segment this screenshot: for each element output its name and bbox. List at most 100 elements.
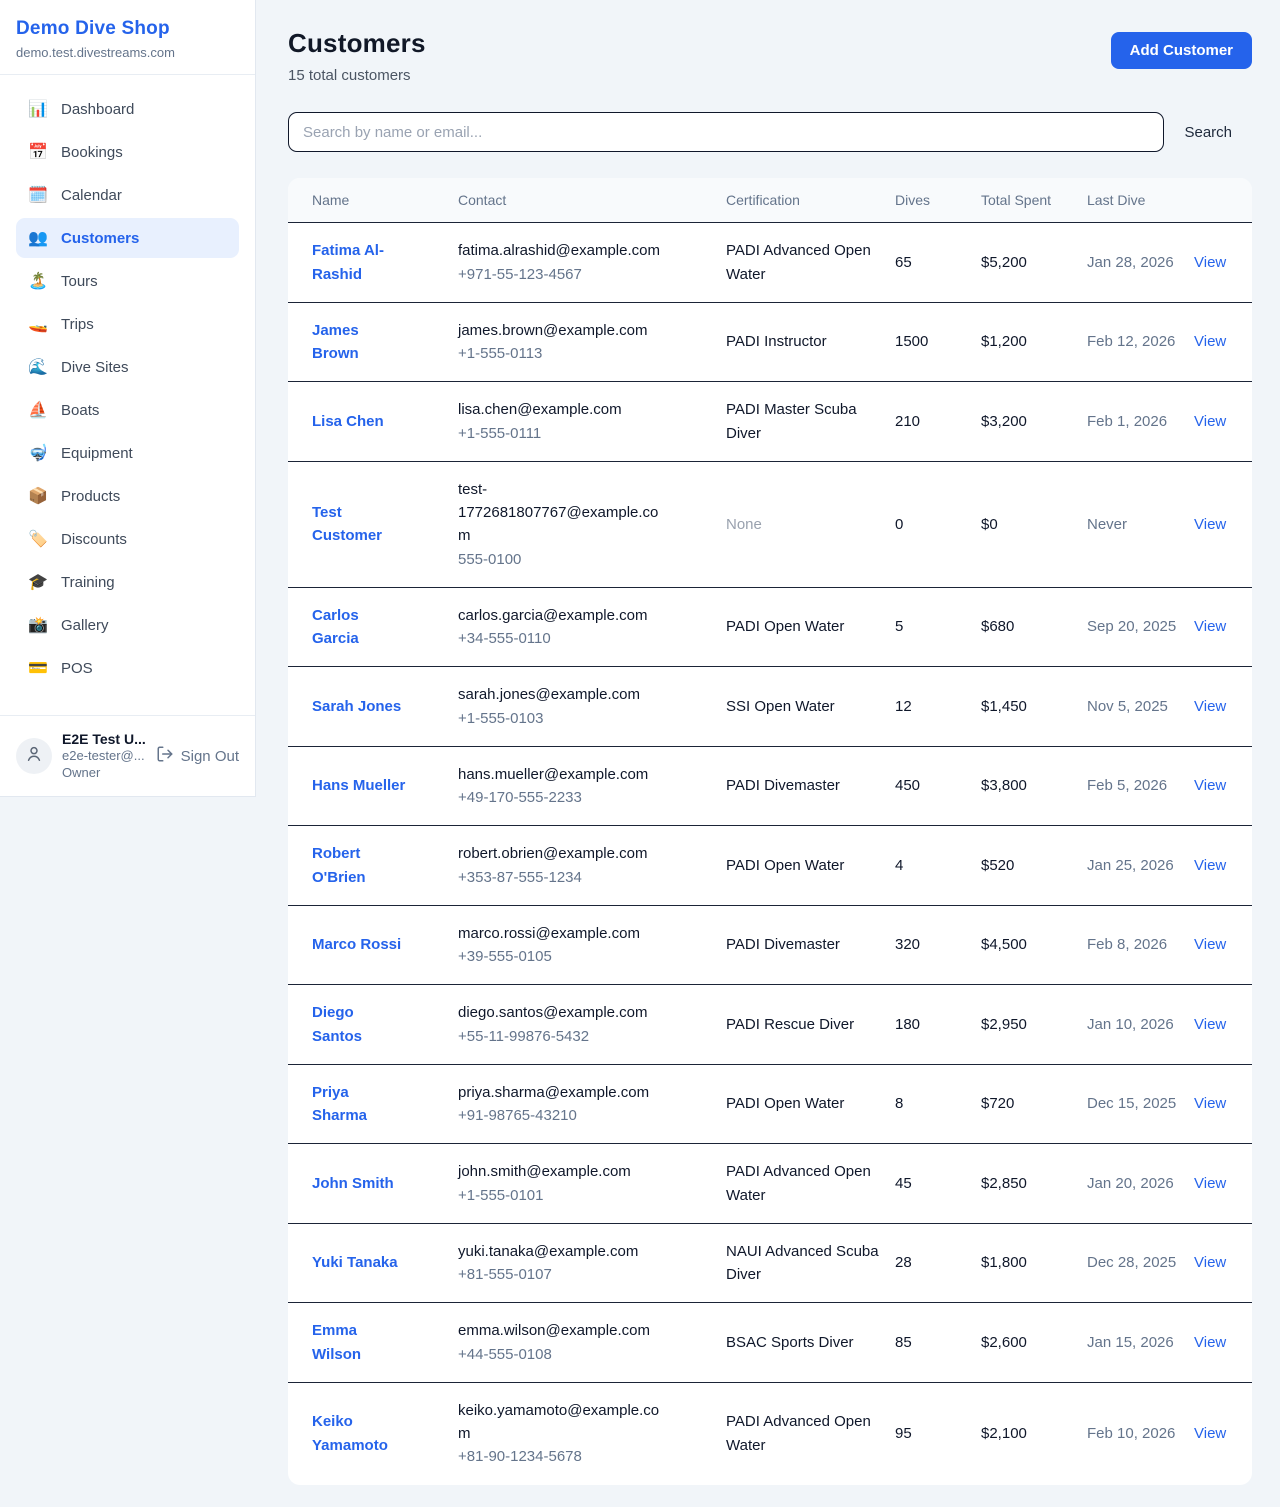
table-row: Carlos Garcia carlos.garcia@example.com … <box>288 587 1252 667</box>
view-link[interactable]: View <box>1194 698 1226 715</box>
customer-name-link[interactable]: Test Customer <box>312 501 406 548</box>
customer-email: marco.rossi@example.com <box>458 922 670 945</box>
view-link[interactable]: View <box>1194 333 1226 350</box>
last-dive-cell: Dec 15, 2025 <box>1087 1064 1194 1144</box>
customer-email: yuki.tanaka@example.com <box>458 1240 670 1263</box>
sidebar-item-pos[interactable]: 💳 POS <box>16 648 239 688</box>
sidebar-item-tours[interactable]: 🏝️ Tours <box>16 261 239 301</box>
sidebar-item-boats[interactable]: ⛵ Boats <box>16 390 239 430</box>
view-link[interactable]: View <box>1194 516 1226 533</box>
sidebar-item-products[interactable]: 📦 Products <box>16 476 239 516</box>
table-row: Sarah Jones sarah.jones@example.com +1-5… <box>288 667 1252 747</box>
table-row: Priya Sharma priya.sharma@example.com +9… <box>288 1064 1252 1144</box>
speedboat-icon: 🚤 <box>28 314 48 334</box>
customer-name-link[interactable]: Emma Wilson <box>312 1319 406 1366</box>
graduation-cap-icon: 🎓 <box>28 572 48 592</box>
certification-cell: PADI Advanced Open Water <box>726 1144 895 1224</box>
view-link[interactable]: View <box>1194 413 1226 430</box>
certification-cell: BSAC Sports Diver <box>726 1303 895 1383</box>
total-spent-cell: $680 <box>981 587 1087 667</box>
customer-phone: +1-555-0103 <box>458 707 670 730</box>
sign-out-button[interactable]: Sign Out <box>156 745 239 767</box>
customer-phone: +91-98765-43210 <box>458 1104 670 1127</box>
camera-icon: 📸 <box>28 615 48 635</box>
total-spent-cell: $3,200 <box>981 382 1087 462</box>
view-link[interactable]: View <box>1194 1095 1226 1112</box>
customer-name-link[interactable]: Hans Mueller <box>312 774 405 797</box>
certification-cell: None <box>726 461 895 587</box>
customer-name-link[interactable]: Carlos Garcia <box>312 604 406 651</box>
search-input[interactable] <box>288 112 1164 152</box>
customer-name-link[interactable]: Diego Santos <box>312 1001 406 1048</box>
view-link[interactable]: View <box>1194 1425 1226 1442</box>
dives-cell: 210 <box>895 382 981 462</box>
search-button[interactable]: Search <box>1164 116 1252 149</box>
package-icon: 📦 <box>28 486 48 506</box>
dives-cell: 4 <box>895 826 981 906</box>
customer-name-link[interactable]: Robert O'Brien <box>312 842 406 889</box>
view-link[interactable]: View <box>1194 254 1226 271</box>
view-link[interactable]: View <box>1194 1254 1226 1271</box>
customer-name-link[interactable]: Sarah Jones <box>312 695 401 718</box>
customer-email: robert.obrien@example.com <box>458 842 670 865</box>
customer-name-link[interactable]: Priya Sharma <box>312 1081 406 1128</box>
contact-cell: test-1772681807767@example.com 555-0100 <box>458 478 670 571</box>
view-link[interactable]: View <box>1194 777 1226 794</box>
sidebar-item-calendar[interactable]: 🗓️ Calendar <box>16 175 239 215</box>
sidebar-item-bookings[interactable]: 📅 Bookings <box>16 132 239 172</box>
sailboat-icon: ⛵ <box>28 400 48 420</box>
contact-cell: carlos.garcia@example.com +34-555-0110 <box>458 604 670 651</box>
sidebar-item-dashboard[interactable]: 📊 Dashboard <box>16 89 239 129</box>
customer-name-link[interactable]: Keiko Yamamoto <box>312 1410 406 1457</box>
contact-cell: robert.obrien@example.com +353-87-555-12… <box>458 842 670 889</box>
shop-name: Demo Dive Shop <box>16 18 239 40</box>
customer-phone: +81-555-0107 <box>458 1263 670 1286</box>
customer-name-link[interactable]: James Brown <box>312 319 406 366</box>
view-link[interactable]: View <box>1194 857 1226 874</box>
user-info: E2E Test U... e2e-tester@... Owner <box>62 730 146 782</box>
last-dive-cell: Nov 5, 2025 <box>1087 667 1194 747</box>
view-link[interactable]: View <box>1194 936 1226 953</box>
calendar-date-icon: 📅 <box>28 142 48 162</box>
table-row: Lisa Chen lisa.chen@example.com +1-555-0… <box>288 382 1252 462</box>
last-dive-cell: Jan 25, 2026 <box>1087 826 1194 906</box>
sidebar-item-discounts[interactable]: 🏷️ Discounts <box>16 519 239 559</box>
contact-cell: diego.santos@example.com +55-11-99876-54… <box>458 1001 670 1048</box>
customer-email: emma.wilson@example.com <box>458 1319 670 1342</box>
customer-name-link[interactable]: Fatima Al-Rashid <box>312 239 406 286</box>
customer-name-link[interactable]: Marco Rossi <box>312 933 401 956</box>
sidebar-item-gallery[interactable]: 📸 Gallery <box>16 605 239 645</box>
total-customers-count: 15 total customers <box>288 67 426 84</box>
customer-name-link[interactable]: Yuki Tanaka <box>312 1251 398 1274</box>
view-link[interactable]: View <box>1194 618 1226 635</box>
dives-cell: 45 <box>895 1144 981 1224</box>
diving-mask-icon: 🤿 <box>28 443 48 463</box>
customer-email: james.brown@example.com <box>458 319 670 342</box>
sidebar-item-trips[interactable]: 🚤 Trips <box>16 304 239 344</box>
add-customer-button[interactable]: Add Customer <box>1111 32 1252 69</box>
sidebar-item-equipment[interactable]: 🤿 Equipment <box>16 433 239 473</box>
bar-chart-icon: 📊 <box>28 99 48 119</box>
dives-cell: 180 <box>895 985 981 1065</box>
table-row: Keiko Yamamoto keiko.yamamoto@example.co… <box>288 1382 1252 1484</box>
table-body: Fatima Al-Rashid fatima.alrashid@example… <box>288 223 1252 1485</box>
sidebar-item-training[interactable]: 🎓 Training <box>16 562 239 602</box>
view-link[interactable]: View <box>1194 1334 1226 1351</box>
contact-cell: yuki.tanaka@example.com +81-555-0107 <box>458 1240 670 1287</box>
dives-cell: 95 <box>895 1382 981 1484</box>
view-link[interactable]: View <box>1194 1016 1226 1033</box>
sidebar-item-customers[interactable]: 👥 Customers <box>16 218 239 258</box>
certification-cell: PADI Divemaster <box>726 746 895 826</box>
customer-phone: +81-90-1234-5678 <box>458 1445 670 1468</box>
view-link[interactable]: View <box>1194 1175 1226 1192</box>
column-header-certification: Certification <box>726 178 895 223</box>
customers-table: Name Contact Certification Dives Total S… <box>288 178 1252 1485</box>
customer-email: fatima.alrashid@example.com <box>458 239 670 262</box>
customer-phone: +971-55-123-4567 <box>458 263 670 286</box>
dives-cell: 1500 <box>895 302 981 382</box>
customer-name-link[interactable]: John Smith <box>312 1172 394 1195</box>
certification-cell: PADI Master Scuba Diver <box>726 382 895 462</box>
sidebar-item-dive-sites[interactable]: 🌊 Dive Sites <box>16 347 239 387</box>
certification-cell: PADI Open Water <box>726 1064 895 1144</box>
customer-name-link[interactable]: Lisa Chen <box>312 410 384 433</box>
